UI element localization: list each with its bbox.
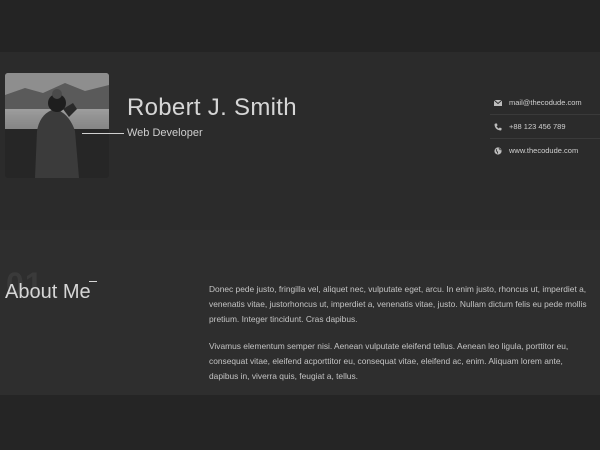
contact-phone[interactable]: +88 123 456 789 [490, 115, 600, 139]
top-band [0, 0, 600, 52]
profile-role: Web Developer [127, 127, 203, 139]
envelope-icon [493, 98, 503, 108]
contact-list: mail@thecodude.com +88 123 456 789 www.t… [490, 91, 600, 162]
profile-photo [5, 73, 109, 178]
profile-name: Robert J. Smith [127, 94, 297, 121]
contact-email[interactable]: mail@thecodude.com [490, 91, 600, 115]
phone-icon [493, 122, 503, 132]
title-accent [89, 281, 97, 282]
profile-header: Robert J. Smith Web Developer mail@theco… [0, 52, 600, 230]
role-divider [82, 133, 124, 134]
about-section: 01 About Me Donec pede justo, fringilla … [0, 230, 600, 395]
about-paragraph-2: Vivamus elementum semper nisi. Aenean vu… [209, 341, 569, 381]
about-paragraph-1: Donec pede justo, fringilla vel, aliquet… [209, 284, 587, 324]
profile-photo-image [5, 73, 109, 178]
section-title: About Me [5, 281, 91, 303]
contact-website-text: www.thecodude.com [509, 146, 579, 155]
contact-phone-text: +88 123 456 789 [509, 122, 566, 131]
globe-icon [493, 146, 503, 156]
bottom-band [0, 395, 600, 450]
contact-email-text: mail@thecodude.com [509, 98, 582, 107]
contact-website[interactable]: www.thecodude.com [490, 139, 600, 162]
